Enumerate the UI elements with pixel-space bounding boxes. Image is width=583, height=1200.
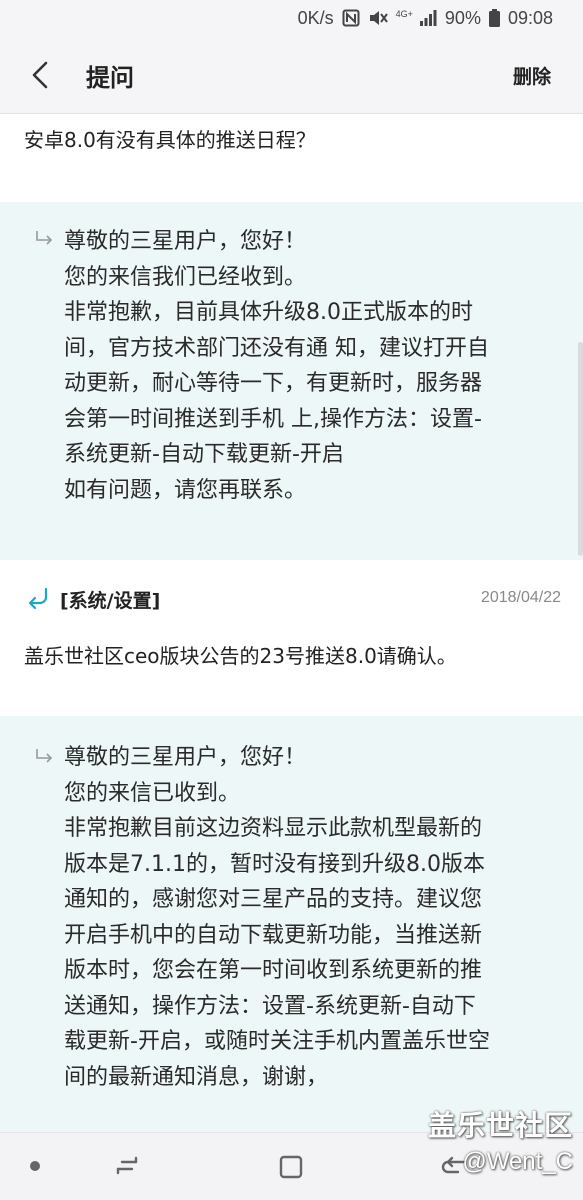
reply-line: 尊敬的三星用户，您好！ (64, 229, 307, 254)
network-type: 4G+ (395, 9, 413, 19)
reply-line: 动更新，耐心等待一下，有更新时，服务器 (64, 371, 483, 396)
category-label: [系统/设置] (60, 590, 161, 612)
status-bar: 0K/s 4G+ 90% 09:08 (0, 0, 583, 36)
reply-line: 送通知，操作方法：设置-系统更新-自动下 (64, 993, 476, 1019)
watermark-user: @Went_C (462, 1148, 573, 1175)
reply-arrow-icon (36, 231, 53, 245)
chevron-left-icon (32, 61, 48, 89)
reply-card: 尊敬的三星用户，您好！ 您的来信已收到。 非常抱歉目前这边资料显示此款机型最新的… (0, 716, 583, 1132)
reply-line: 系统更新-自动下载更新-开启 (64, 442, 344, 467)
reply-arrow-icon (36, 749, 53, 763)
reply-card: 尊敬的三星用户，您好！ 您的来信我们已经收到。 非常抱歉，目前具体升级8.0正式… (0, 202, 583, 560)
answered-arrow-icon (28, 587, 48, 610)
signal-icon (419, 10, 437, 26)
network-speed: 0K/s (297, 7, 334, 28)
page-title: 提问 (86, 64, 134, 92)
reply-text: 尊敬的三星用户，您好！ 您的来信我们已经收到。 非常抱歉，目前具体升级8.0正式… (64, 224, 554, 508)
watermark-community: 盖乐世社区 (427, 1109, 573, 1142)
battery-icon (488, 9, 500, 27)
post-date: 2018/04/22 (480, 589, 561, 606)
question-text: 盖乐世社区ceo版块公告的23号推送8.0请确认。 (24, 644, 457, 668)
app-header: 提问 删除 (0, 36, 583, 114)
reply-line: 版本时，您会在第一时间收到系统更新的推 (64, 958, 483, 983)
nav-dot-icon[interactable] (30, 1161, 40, 1171)
reply-line: 版本是7.1.1的，暂时没有接到升级8.0版本 (64, 851, 485, 877)
clock: 09:08 (507, 7, 553, 28)
reply-line: 间的最新通知消息，谢谢， (64, 1064, 329, 1090)
reply-line: 如有问题，请您再联系。 (64, 477, 307, 503)
reply-line: 载更新-开启，或随时关注手机内置盖乐世空 (64, 1029, 490, 1054)
nfc-icon (342, 9, 360, 27)
back-button[interactable] (22, 56, 58, 94)
reply-line: 通知的，感谢您对三星产品的支持。建议您 (64, 887, 483, 912)
reply-line: 尊敬的三星用户，您好！ (64, 745, 307, 770)
recent-apps-icon[interactable] (113, 1153, 141, 1181)
reply-line: 您的来信已收到。 (64, 780, 241, 806)
question-text: 安卓8.0有没有具体的推送日程？ (24, 128, 316, 152)
category-row: [系统/设置] 2018/04/22 (0, 578, 583, 622)
delete-button[interactable]: 删除 (513, 62, 551, 89)
reply-text: 尊敬的三星用户，您好！ 您的来信已收到。 非常抱歉目前这边资料显示此款机型最新的… (64, 740, 554, 1095)
reply-line: 非常抱歉，目前具体升级8.0正式版本的时 (64, 300, 473, 325)
battery-percent: 90% (444, 7, 481, 28)
reply-line: 会第一时间推送到手机 上,操作方法：设置- (64, 406, 482, 432)
reply-line: 开启手机中的自动下载更新功能，当推送新 (64, 922, 483, 948)
reply-line: 间，官方技术部门还没有通 知，建议打开自 (64, 335, 489, 361)
reply-line: 您的来信我们已经收到。 (64, 264, 307, 290)
reply-line: 非常抱歉目前这边资料显示此款机型最新的 (64, 816, 483, 841)
mute-icon (368, 9, 388, 27)
home-icon[interactable] (277, 1153, 305, 1181)
scrollbar[interactable] (578, 342, 583, 556)
thread-content[interactable]: 安卓8.0有没有具体的推送日程？ 尊敬的三星用户，您好！ 您的来信我们已经收到。… (0, 114, 583, 1132)
